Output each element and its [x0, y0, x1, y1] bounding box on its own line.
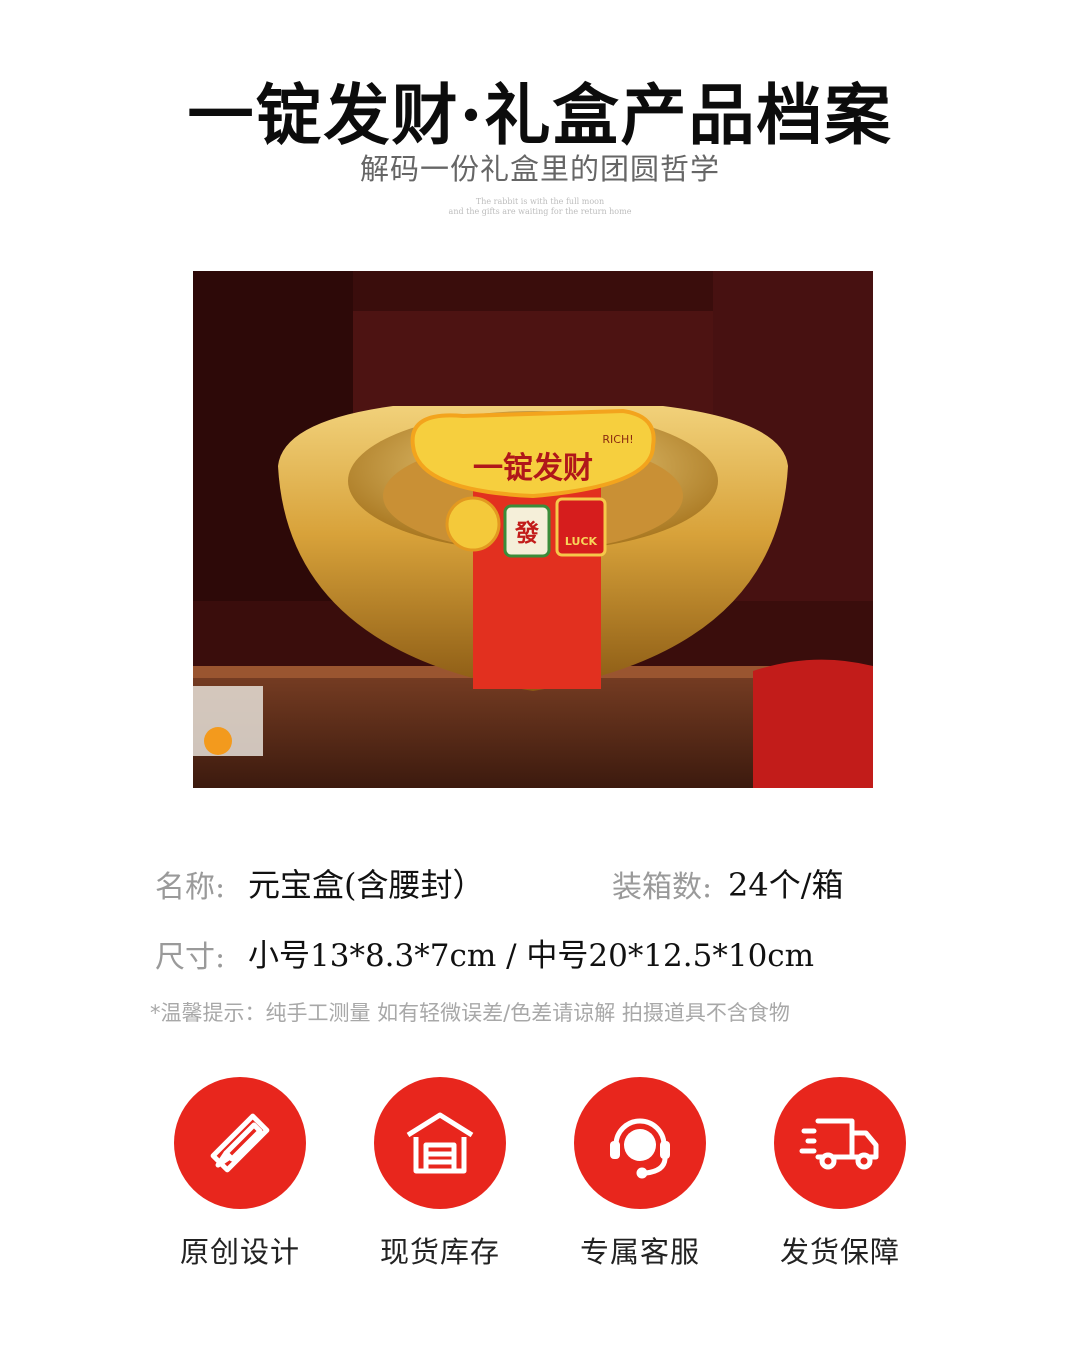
- feature-in-stock: 现货库存: [340, 1077, 540, 1271]
- feature-original-design: 原创设计: [140, 1077, 340, 1271]
- warm-tip-note: *温馨提示：纯手工测量 如有轻微误差/色差请谅解 拍摄道具不含食物: [150, 1001, 790, 1025]
- name-value: 元宝盒(含腰封）: [248, 866, 485, 904]
- product-photo: 一锭发财 RICH! 發 LUCK: [193, 271, 873, 788]
- feature-icon-circle: [374, 1077, 506, 1209]
- page-subtitle: 解码一份礼盒里的团圆哲学: [359, 152, 720, 186]
- warehouse-icon: [406, 1112, 474, 1174]
- tile-char: 發: [514, 519, 539, 547]
- feature-icon-circle: [774, 1077, 906, 1209]
- feature-icon-circle: [174, 1077, 306, 1209]
- band-small-text: RICH!: [602, 433, 633, 446]
- size-label: 尺寸:: [155, 940, 226, 975]
- feature-shipping-guarantee: 发货保障: [740, 1077, 940, 1271]
- size-value: 小号13*8.3*7cm / 中号20*12.5*10cm: [248, 938, 815, 974]
- box-count-value: 24个/箱: [728, 866, 844, 904]
- name-label: 名称:: [155, 870, 226, 905]
- delivery-truck-icon: [799, 1118, 879, 1170]
- envelope-text: LUCK: [565, 535, 598, 548]
- feature-dedicated-service: 专属客服: [540, 1077, 740, 1271]
- english-tagline-1: The rabbit is with the full moon: [475, 197, 605, 206]
- feature-label: 发货保障: [779, 1235, 900, 1269]
- feature-label: 原创设计: [179, 1235, 300, 1269]
- english-tagline-2: and the gifts are waiting for the return…: [448, 207, 632, 216]
- feature-label: 现货库存: [379, 1235, 500, 1269]
- page-title: 一锭发财·礼盒产品档案: [187, 76, 893, 154]
- gold-ingot-gift-box-illustration: 一锭发财 RICH! 發 LUCK: [193, 271, 873, 788]
- band-text: 一锭发财: [473, 451, 593, 486]
- feature-label: 专属客服: [579, 1235, 700, 1269]
- ruler-pencil-icon: [210, 1113, 270, 1173]
- feature-icon-circle: [574, 1077, 706, 1209]
- box-count-label: 装箱数:: [612, 870, 713, 905]
- headset-icon: [610, 1118, 670, 1179]
